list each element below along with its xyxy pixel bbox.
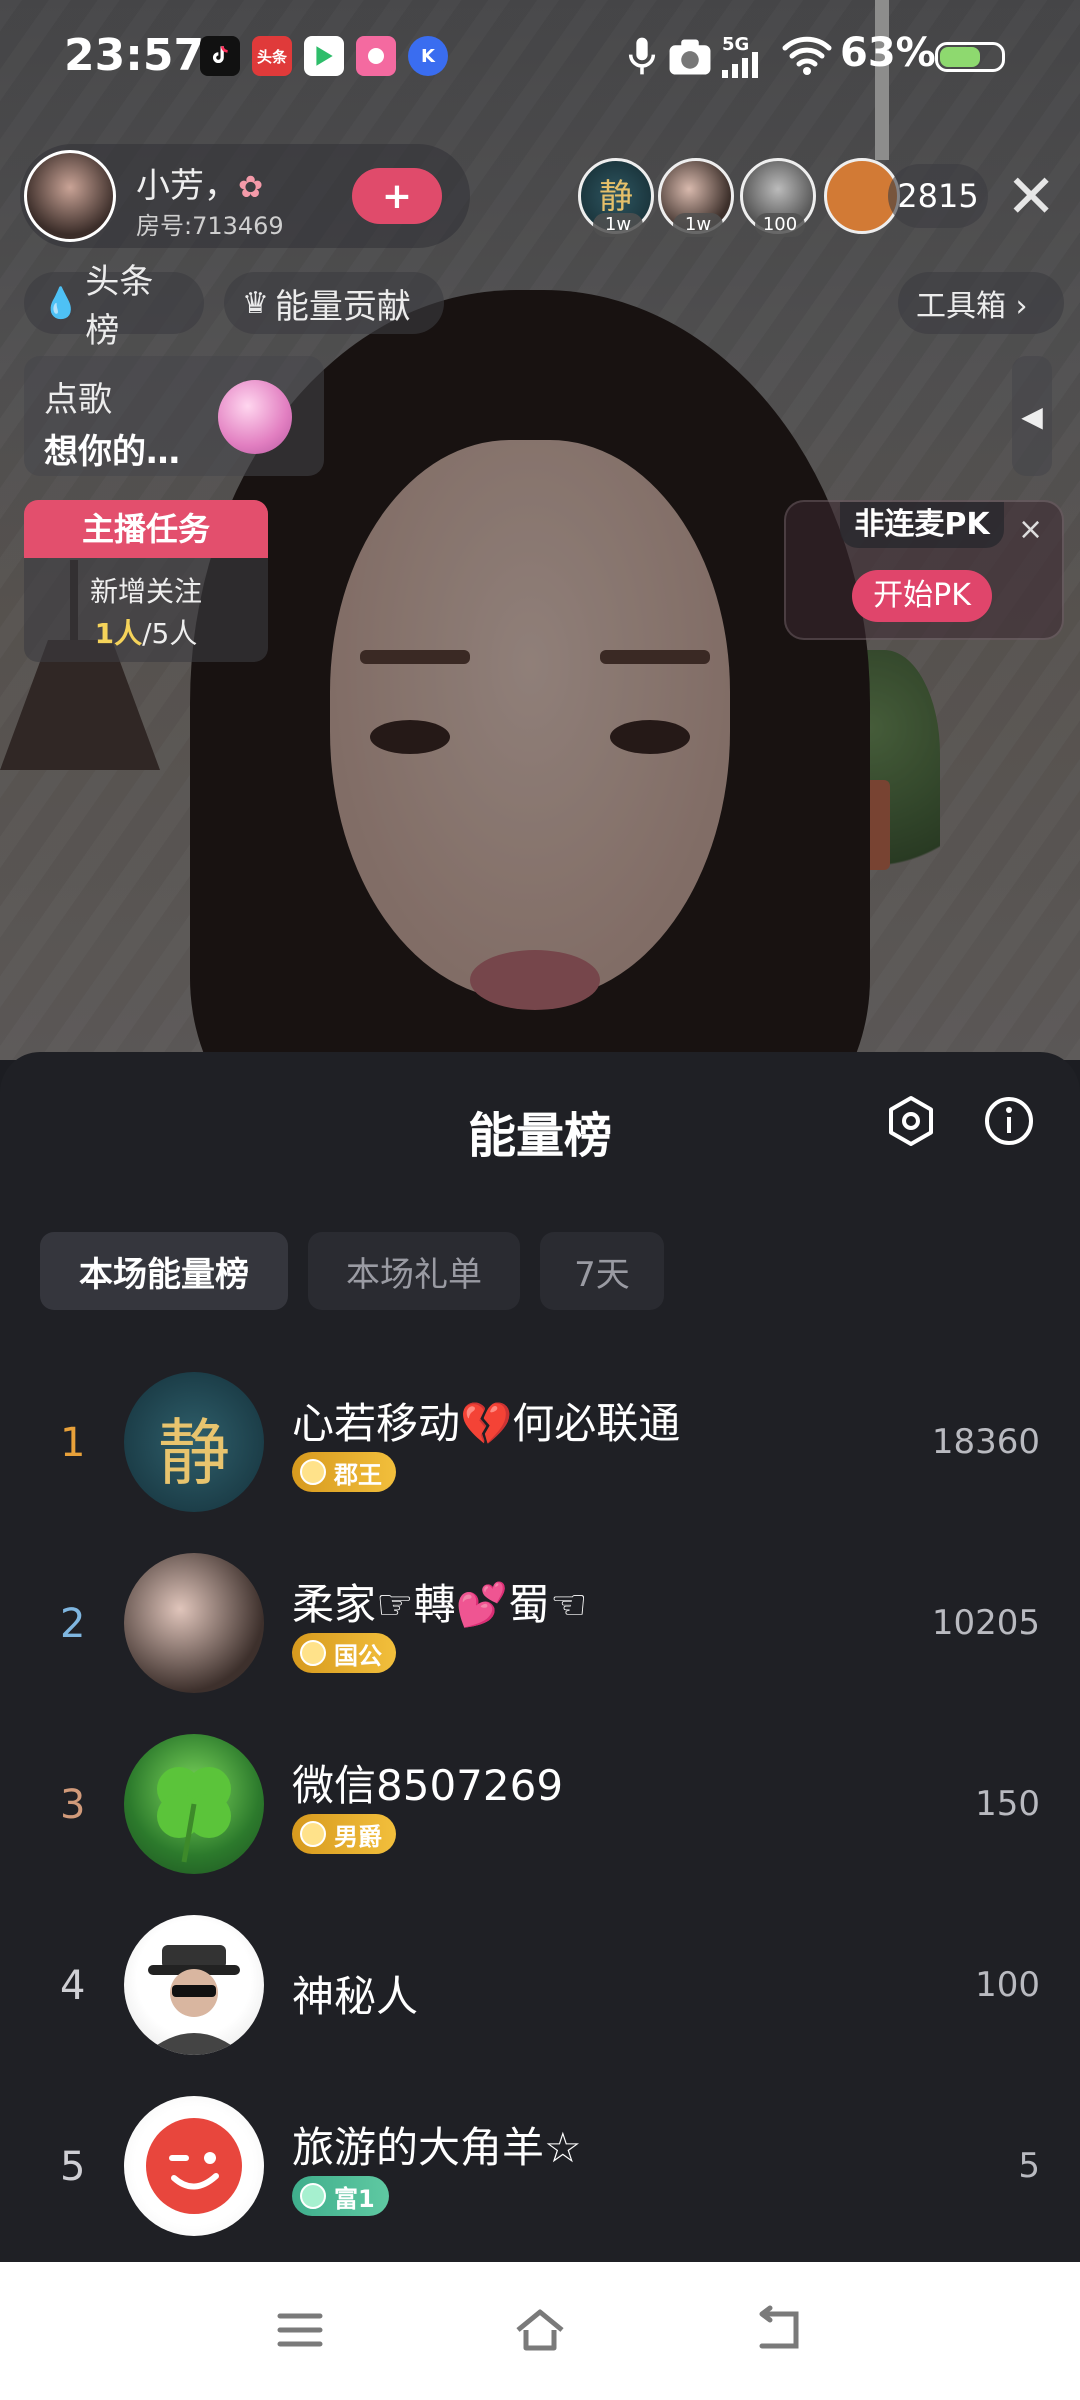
settings-hexagon-icon[interactable] <box>884 1094 938 1148</box>
start-pk-button[interactable]: 开始PK <box>852 570 992 622</box>
tiktok-icon <box>200 36 240 76</box>
battery-icon <box>935 42 1005 72</box>
viewer-avatar-1[interactable]: 静 1w <box>578 158 654 237</box>
mystery-man-icon <box>144 1945 244 2055</box>
camera-status-icon <box>668 38 712 80</box>
viewer-avatar-3[interactable]: 100 <box>740 158 816 237</box>
headline-rank-button[interactable]: 💧 头条榜 <box>24 262 204 351</box>
drop-icon: 💧 <box>42 285 80 321</box>
toutiao-icon: 头条 <box>252 36 292 76</box>
status-time: 23:57 <box>64 30 205 81</box>
play-icon <box>304 36 344 76</box>
clover-icon <box>157 1767 231 1863</box>
avatar-char: 静 <box>157 1411 230 1495</box>
energy-score: 18360 <box>931 1422 1040 1462</box>
badge-gem-icon <box>300 1640 326 1666</box>
viewer-tag-3: 100 <box>755 213 805 237</box>
app-icon <box>356 36 396 76</box>
badge-label: 男爵 <box>334 1822 382 1851</box>
user-name: 柔家☞轉💕蜀☜ <box>292 1580 588 1629</box>
energy-score: 5 <box>1018 2146 1040 2186</box>
user-name: 神秘人 <box>292 1972 419 2021</box>
viewer-avatar-1-char: 静 <box>599 177 633 217</box>
energy-contribution-button[interactable]: ♛ 能量贡献 <box>224 272 444 334</box>
rank-number: 5 <box>60 2144 86 2190</box>
host-task-progress: 1人/5人 <box>94 617 198 650</box>
level-badge: 男爵 <box>292 1814 396 1854</box>
rank-number: 2 <box>60 1601 86 1647</box>
kuaishou-icon: K <box>408 36 448 76</box>
badge-label: 国公 <box>334 1641 382 1670</box>
song-request-label: 点歌 <box>44 380 112 420</box>
close-icon[interactable]: ✕ <box>1006 162 1056 232</box>
pk-tag: 非连麦PK <box>840 502 1004 548</box>
badge-label: 富1 <box>334 2184 375 2213</box>
karaoke-mic-icon <box>218 380 292 454</box>
tab-session-gifts[interactable]: 本场礼单 <box>308 1232 520 1310</box>
battery-fill <box>940 47 981 67</box>
user-avatar[interactable] <box>124 1553 264 1693</box>
user-avatar[interactable] <box>124 2096 264 2236</box>
user-name: 微信8507269 <box>292 1761 564 1810</box>
host-avatar[interactable] <box>24 150 116 242</box>
host-task-title: 主播任务 <box>24 500 268 558</box>
tab-7-days[interactable]: 7天 <box>540 1232 664 1310</box>
user-avatar[interactable] <box>124 1915 264 2055</box>
viewer-count[interactable]: 2815 <box>888 164 988 228</box>
host-task-desc: 新增关注 <box>89 575 202 608</box>
viewer-tag-2: 1w <box>673 213 723 237</box>
side-panel-handle[interactable]: ◀ <box>1012 356 1052 476</box>
crown-icon: ♛ <box>242 285 269 321</box>
level-badge: 富1 <box>292 2176 389 2216</box>
user-avatar[interactable] <box>124 1734 264 1874</box>
mic-status-icon <box>625 34 659 82</box>
host-room-id: 房号:713469 <box>136 212 284 240</box>
rank-number: 1 <box>60 1420 86 1466</box>
pk-close-icon[interactable]: × <box>1018 512 1043 547</box>
user-name: 旅游的大角羊☆ <box>292 2123 582 2172</box>
song-title: 想你的… <box>44 432 180 472</box>
badge-label: 郡王 <box>334 1460 382 1489</box>
toolbox-button[interactable]: 工具箱 › <box>898 272 1064 334</box>
energy-score: 10205 <box>931 1603 1040 1643</box>
badge-gem-icon <box>300 1459 326 1485</box>
rank-number: 3 <box>60 1782 86 1828</box>
viewer-tag-1: 1w <box>593 213 643 237</box>
host-name: 小芳，✿ <box>136 166 264 206</box>
user-avatar[interactable]: 静 <box>124 1372 264 1512</box>
rank-number: 4 <box>60 1963 86 2009</box>
badge-gem-icon <box>300 2183 326 2209</box>
info-icon[interactable] <box>982 1094 1036 1148</box>
wink-face-icon <box>146 2118 242 2214</box>
level-badge: 郡王 <box>292 1452 396 1492</box>
menu-icon[interactable] <box>270 2300 330 2360</box>
viewer-avatar-2[interactable]: 1w <box>658 158 734 237</box>
back-icon[interactable] <box>750 2300 810 2360</box>
tab-session-energy[interactable]: 本场能量榜 <box>40 1232 288 1310</box>
home-icon[interactable] <box>510 2300 570 2360</box>
energy-score: 100 <box>975 1965 1040 2005</box>
badge-gem-icon <box>300 1821 326 1847</box>
signal-icon <box>722 52 762 82</box>
level-badge: 国公 <box>292 1633 396 1673</box>
energy-score: 150 <box>975 1784 1040 1824</box>
flower-icon: ✿ <box>238 170 264 205</box>
follow-button[interactable]: + <box>352 168 442 224</box>
user-name: 心若移动💔何必联通 <box>292 1399 681 1448</box>
wifi-icon <box>782 36 832 80</box>
battery-percent: 63% <box>840 30 936 76</box>
